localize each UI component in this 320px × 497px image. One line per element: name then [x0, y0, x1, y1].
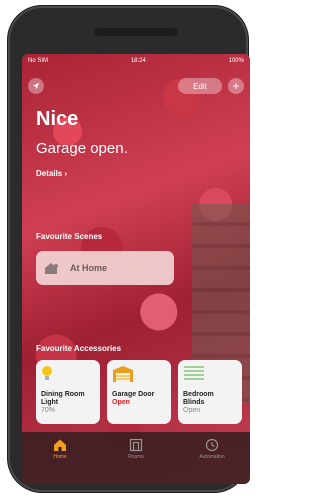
accessory-state: 70%: [41, 407, 56, 414]
tab-rooms[interactable]: Rooms: [106, 438, 166, 484]
accessory-tile-bedroom-blinds[interactable]: Bedroom Blinds Open: [178, 360, 242, 424]
house-person-icon: [44, 261, 60, 275]
home-status: Garage open.: [36, 140, 128, 157]
tab-label: Home: [53, 454, 67, 460]
tab-automation[interactable]: Automation: [182, 438, 242, 484]
speaker-notch: [94, 28, 178, 36]
status-bar: No SIM 18:24 100%: [22, 58, 250, 70]
favourite-accessories-label: Favourite Accessories: [36, 344, 122, 353]
tab-label: Rooms: [128, 454, 144, 460]
house-icon: [54, 439, 66, 451]
add-button[interactable]: +: [228, 78, 244, 94]
garage-door-icon: [112, 365, 166, 385]
blinds-icon: [183, 365, 237, 385]
accessory-name: Garage Door: [112, 391, 155, 398]
accessory-name: Dining Room Light: [41, 391, 85, 406]
accessory-tile-garage-door[interactable]: Garage Door Open: [107, 360, 171, 424]
tab-bar: Home Rooms Automation: [22, 432, 250, 484]
clock-icon: [205, 438, 219, 452]
scene-at-home[interactable]: At Home: [36, 251, 174, 285]
accessory-state: Open: [183, 407, 201, 414]
edit-button[interactable]: Edit: [178, 78, 222, 94]
rooms-icon: [129, 438, 143, 452]
lightbulb-icon: [41, 365, 95, 385]
accessory-name: Bedroom Blinds: [183, 391, 214, 406]
location-button[interactable]: [28, 78, 44, 94]
home-screen: No SIM 18:24 100% Edit + Nice Garage ope…: [22, 54, 250, 484]
details-link[interactable]: Details ›: [36, 169, 67, 178]
location-arrow-icon: [32, 82, 40, 90]
accessory-state: Open: [112, 399, 130, 406]
clock-label: 18:24: [130, 58, 146, 64]
carrier-label: No SIM: [28, 58, 49, 64]
phone-frame: No SIM 18:24 100% Edit + Nice Garage ope…: [8, 6, 250, 492]
tab-label: Automation: [199, 454, 225, 460]
tab-home[interactable]: Home: [30, 438, 90, 484]
accessory-tile-dining-room-light[interactable]: Dining Room Light 70%: [36, 360, 100, 424]
scene-label: At Home: [70, 263, 108, 273]
home-title: Nice: [36, 108, 79, 130]
favourite-scenes-label: Favourite Scenes: [36, 232, 103, 241]
battery-label: 100%: [228, 58, 244, 64]
